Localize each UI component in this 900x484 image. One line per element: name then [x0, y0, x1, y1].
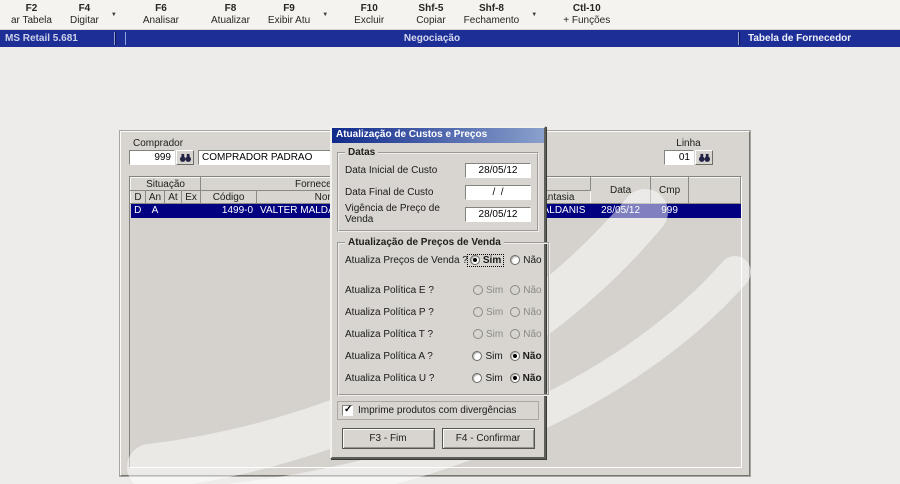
radio-sim: Sim — [472, 329, 503, 340]
linha-search-button[interactable] — [695, 150, 713, 165]
toolbar-key: F10 — [360, 2, 378, 14]
toolbar-button-ctl10[interactable]: Ctl-10 + Funções — [554, 0, 619, 29]
toolbar-button-f6[interactable]: F6 Analisar — [134, 0, 188, 29]
toolbar-key: F2 — [25, 2, 38, 14]
toolbar-button-f4[interactable]: F4 Digitar — [61, 0, 108, 29]
statusbar-divider — [115, 32, 116, 45]
data-inicial-input[interactable] — [465, 162, 531, 178]
statusbar-divider — [739, 32, 740, 45]
col-forn-codigo: Código — [200, 190, 258, 204]
toolbar-label: Fechamento — [463, 14, 520, 26]
dropdown-caret-icon[interactable]: ▼ — [528, 0, 540, 29]
toolbar-key: F8 — [224, 2, 237, 14]
radio-sim: Sim — [472, 307, 503, 318]
toolbar-label: Copiar — [416, 14, 446, 26]
toolbar: F2 ar Tabela F4 Digitar ▼ F6 Analisar F8… — [0, 0, 900, 30]
group-precos-legend: Atualização de Preços de Venda — [348, 237, 501, 248]
f4-confirmar-button[interactable]: F4 - Confirmar — [441, 428, 535, 449]
linha-label: Linha — [676, 138, 701, 149]
radio-row-politica-u: Atualiza Política U ? Sim Não — [345, 372, 542, 384]
radio-nao[interactable]: Não — [509, 373, 542, 384]
radio-row-politica-p: Atualiza Política P ? Sim Não — [345, 306, 542, 318]
vigencia-input[interactable] — [465, 206, 531, 222]
data-final-label: Data Final de Custo — [345, 186, 434, 198]
radio-sim[interactable]: Sim — [472, 351, 503, 362]
content-area: Comprador Linha — [0, 47, 900, 484]
col-d: D — [130, 190, 146, 204]
group-datas: Datas Data Inicial de Custo Data Final d… — [337, 147, 539, 232]
context-title: Tabela de Fornecedor — [748, 33, 852, 44]
radio-row-precos-venda: Atualiza Preços de Venda ? Sim Não — [345, 253, 542, 267]
comprador-search-button[interactable] — [176, 150, 194, 165]
toolbar-label: ar Tabela — [11, 14, 52, 26]
toolbar-button-shf5[interactable]: Shf-5 Copiar — [407, 0, 454, 29]
col-filler — [688, 177, 741, 204]
toolbar-key: F6 — [155, 2, 167, 14]
toolbar-button-f10[interactable]: F10 Excluir — [345, 0, 393, 29]
col-cmp: Cmp — [650, 177, 690, 204]
field-row: Data Final de Custo — [345, 181, 531, 203]
col-group-situacao: Situação — [130, 177, 202, 191]
radio-nao[interactable]: Não — [510, 255, 542, 266]
toolbar-key: F4 — [78, 2, 91, 14]
toolbar-label: Digitar — [69, 14, 99, 26]
toolbar-key: Ctl-10 — [572, 2, 601, 14]
radio-row-politica-t: Atualiza Política T ? Sim Não — [345, 328, 542, 340]
binoculars-icon — [698, 153, 710, 162]
field-row: Vigência de Preço de Venda — [345, 203, 531, 225]
radio-sim[interactable]: Sim — [472, 373, 503, 384]
radio-nao: Não — [510, 329, 542, 340]
dropdown-caret-icon[interactable]: ▼ — [108, 0, 120, 29]
group-datas-legend: Datas — [348, 147, 376, 158]
dialog-atualizacao-custos-precos: Atualização de Custos e Preços Datas Dat… — [330, 126, 550, 459]
title-status-bar: MS Retail 5.681 Negociação Tabela de For… — [0, 30, 900, 47]
app-title: MS Retail 5.681 — [5, 33, 78, 44]
comprador-code-input[interactable] — [129, 150, 175, 165]
toolbar-label: Excluir — [354, 14, 385, 26]
toolbar-label: Atualizar — [211, 14, 250, 26]
imprime-divergencias-label: Imprime produtos com divergências — [358, 405, 517, 416]
radio-nao[interactable]: Não — [509, 351, 542, 362]
data-inicial-label: Data Inicial de Custo — [345, 164, 438, 176]
data-final-input[interactable] — [465, 184, 531, 200]
toolbar-button-f8[interactable]: F8 Atualizar — [202, 0, 259, 29]
toolbar-label: Analisar — [142, 14, 180, 26]
module-title: Negociação — [403, 33, 461, 44]
imprime-divergencias-row: Imprime produtos com divergências — [337, 401, 539, 420]
vigencia-label: Vigência de Preço de Venda — [345, 203, 440, 225]
radio-sim: Sim — [472, 285, 503, 296]
col-an: An — [145, 190, 165, 204]
binoculars-icon — [179, 153, 191, 162]
toolbar-button-f9[interactable]: F9 Exibir Atu — [259, 0, 319, 29]
linha-field: Linha — [664, 136, 713, 165]
imprime-divergencias-checkbox[interactable] — [342, 404, 353, 416]
radio-row-politica-a: Atualiza Política A ? Sim Não — [345, 350, 542, 362]
group-atualizacao-precos: Atualização de Preços de Venda Atualiza … — [337, 237, 550, 396]
col-data: Data — [590, 177, 652, 204]
dialog-title-bar[interactable]: Atualização de Custos e Preços — [332, 128, 544, 143]
dropdown-caret-icon[interactable]: ▼ — [319, 0, 331, 29]
col-ex: Ex — [180, 190, 202, 204]
toolbar-label: Exibir Atu — [267, 14, 311, 26]
toolbar-button-f2[interactable]: F2 ar Tabela — [2, 0, 61, 29]
radio-sim[interactable]: Sim — [466, 253, 505, 267]
radio-nao: Não — [510, 307, 542, 318]
col-at: At — [164, 190, 182, 204]
toolbar-button-shf8[interactable]: Shf-8 Fechamento — [455, 0, 529, 29]
toolbar-key: Shf-8 — [478, 2, 504, 14]
field-row: Data Inicial de Custo — [345, 159, 531, 181]
f3-fim-button[interactable]: F3 - Fim — [341, 428, 435, 449]
toolbar-key: Shf-5 — [418, 2, 444, 14]
toolbar-key: F9 — [283, 2, 295, 14]
radio-row-politica-e: Atualiza Política E ? Sim Não — [345, 284, 542, 296]
toolbar-label: + Funções — [563, 14, 611, 26]
app-window: F2 ar Tabela F4 Digitar ▼ F6 Analisar F8… — [0, 0, 900, 484]
radio-nao: Não — [510, 285, 542, 296]
linha-input[interactable] — [664, 150, 694, 165]
